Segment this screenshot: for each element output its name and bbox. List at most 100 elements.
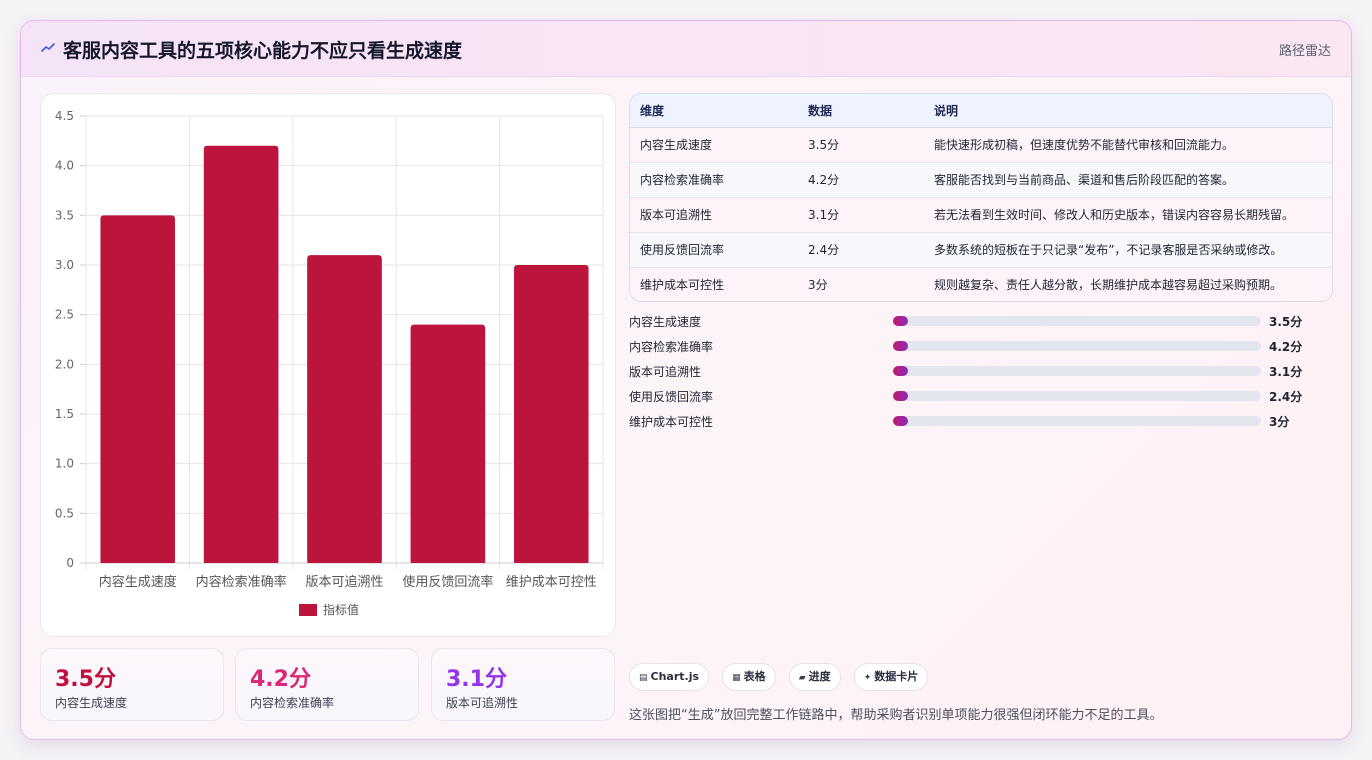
- kpi-card: 3.1分 版本可追溯性: [431, 648, 615, 721]
- progress-value: 3.1分: [1269, 365, 1303, 379]
- progress-label: 内容生成速度: [629, 315, 702, 329]
- progress-row: 内容检索准确率 4.2分: [629, 336, 1333, 361]
- kpi-card: 3.5分 内容生成速度: [40, 648, 224, 721]
- table-cell: 使用反馈回流率: [630, 232, 798, 268]
- y-tick-label: 0: [66, 556, 74, 570]
- chip-label: 进度: [808, 670, 831, 683]
- progress-label: 内容检索准确率: [629, 340, 714, 354]
- progress-track: [893, 341, 1261, 351]
- bar-base: [100, 219, 175, 563]
- progress-track: [893, 391, 1261, 401]
- table-row: 使用反馈回流率 2.4分 多数系统的短板在于只记录“发布”，不记录客服是否采纳或…: [630, 232, 1332, 268]
- progress-list: 内容生成速度 3.5分 内容检索准确率 4.2分 版本可追溯性 3.1分 使用反…: [629, 311, 1333, 436]
- progress-track: [893, 416, 1261, 426]
- progress-fill: [893, 316, 908, 326]
- x-tick-label: 版本可追溯性: [305, 574, 383, 590]
- y-tick-label: 2.5: [55, 308, 74, 322]
- kpi-label: 版本可追溯性: [446, 696, 519, 710]
- panel-header: 客服内容工具的五项核心能力不应只看生成速度 路径雷达: [21, 21, 1351, 77]
- tech-chips: ▤ Chart.js ▦ 表格 ▰ 进度 ✦ 数据卡片: [629, 663, 936, 691]
- kpi-label: 内容检索准确率: [250, 696, 335, 710]
- table-cell: 4.2分: [798, 162, 924, 198]
- chip-label: 数据卡片: [874, 670, 919, 683]
- progress-row: 内容生成速度 3.5分: [629, 311, 1333, 336]
- progress-track: [893, 316, 1261, 326]
- chip-label: 表格: [743, 670, 766, 683]
- bar-chart: 0 0.5 1.0 1.5 2.0 2.5 3.0 3.5 4.0 4.5 内容生成速度 内容检索准确…: [55, 109, 604, 617]
- table-header-cell: 数据: [798, 94, 924, 128]
- progress-fill: [893, 341, 908, 351]
- progress-label: 维护成本可控性: [629, 415, 714, 429]
- y-tick-label: 4.0: [55, 159, 74, 173]
- progress-fill: [893, 366, 908, 376]
- kpi-value: 4.2分: [250, 667, 311, 692]
- table-icon: ▦: [732, 673, 741, 683]
- y-tick-label: 2.0: [55, 357, 74, 371]
- chart-icon: ▤: [639, 673, 648, 683]
- bar-base: [203, 149, 279, 564]
- footnote: 这张图把“生成”放回完整工作链路中，帮助采购者识别单项能力很强但闭环能力不足的工…: [629, 708, 1163, 723]
- progress-row: 版本可追溯性 3.1分: [629, 361, 1333, 386]
- progress-value: 3分: [1269, 415, 1290, 429]
- table-header-row: 维度 数据 说明: [630, 94, 1332, 128]
- progress-row: 使用反馈回流率 2.4分: [629, 386, 1333, 411]
- y-tick-label: 0.5: [55, 506, 74, 520]
- chip-table[interactable]: ▦ 表格: [722, 663, 776, 691]
- y-tick-label: 3.5: [55, 208, 74, 222]
- table-row: 内容检索准确率 4.2分 客服能否找到与当前商品、渠道和售后阶段匹配的答案。: [630, 162, 1332, 198]
- progress-icon: ▰: [798, 673, 806, 683]
- table-header-cell: 说明: [924, 94, 1332, 128]
- table-row: 版本可追溯性 3.1分 若无法看到生效时间、修改人和历史版本，错误内容容易长期残…: [630, 197, 1332, 233]
- kpi-value: 3.1分: [446, 667, 507, 692]
- table-cell: 内容生成速度: [630, 127, 798, 163]
- table-row: 维护成本可控性 3分 规则越复杂、责任人越分散，长期维护成本越容易超过采购预期。: [630, 267, 1332, 301]
- bar-chart-card: 0 0.5 1.0 1.5 2.0 2.5 3.0 3.5 4.0 4.5 内容生成速度 内容检索准确…: [40, 93, 616, 637]
- table-cell: 若无法看到生效时间、修改人和历史版本，错误内容容易长期残留。: [924, 197, 1332, 233]
- table-cell: 规则越复杂、责任人越分散，长期维护成本越容易超过采购预期。: [934, 278, 1283, 293]
- progress-row: 维护成本可控性 3分: [629, 411, 1333, 436]
- kpi-value: 3.5分: [55, 667, 116, 692]
- progress-value: 2.4分: [1269, 390, 1303, 404]
- progress-value: 3.5分: [1269, 315, 1303, 329]
- progress-fill: [893, 416, 908, 426]
- legend-swatch: [299, 604, 317, 616]
- chip-chartjs[interactable]: ▤ Chart.js: [629, 663, 710, 691]
- chart-type-tag: 路径雷达: [1278, 44, 1331, 59]
- kpi-label: 内容生成速度: [55, 696, 128, 710]
- table-header-cell: 维度: [630, 94, 798, 128]
- table-cell: 客服能否找到与当前商品、渠道和售后阶段匹配的答案。: [924, 162, 1332, 198]
- table-cell: 多数系统的短板在于只记录“发布”，不记录客服是否采纳或修改。: [924, 232, 1332, 268]
- y-tick-label: 1.5: [55, 407, 74, 421]
- table-cell: 3.1分: [798, 197, 924, 233]
- sparkle-icon: ✦: [863, 673, 872, 683]
- table-cell: 版本可追溯性: [630, 197, 798, 233]
- bar-base: [307, 259, 382, 563]
- trend-line-icon: [41, 43, 55, 52]
- dashboard-panel: 客服内容工具的五项核心能力不应只看生成速度 路径雷达 0 0.5 1.0 1.5 2.0…: [20, 20, 1352, 740]
- chip-progress[interactable]: ▰ 进度: [788, 663, 841, 691]
- table-cell: 维护成本可控性: [640, 278, 725, 293]
- table-cell: 内容检索准确率: [630, 162, 798, 198]
- progress-track: [893, 366, 1261, 376]
- x-tick-label: 内容检索准确率: [196, 574, 287, 590]
- x-tick-label: 使用反馈回流率: [402, 574, 493, 590]
- table-cell: 3分: [808, 278, 828, 293]
- progress-label: 使用反馈回流率: [629, 390, 714, 404]
- data-table: 维度 数据 说明 内容生成速度 3.5分 能快速形成初稿，但速度优势不能替代审核…: [630, 94, 1332, 301]
- progress-fill: [893, 391, 908, 401]
- table-cell: 能快速形成初稿，但速度优势不能替代审核和回流能力。: [924, 127, 1332, 163]
- y-tick-label: 1.0: [55, 457, 74, 471]
- data-table-card: 维度 数据 说明 内容生成速度 3.5分 能快速形成初稿，但速度优势不能替代审核…: [629, 93, 1333, 302]
- x-tick-label: 维护成本可控性: [506, 575, 597, 590]
- kpi-card: 4.2分 内容检索准确率: [235, 648, 419, 721]
- chip-data-card[interactable]: ✦ 数据卡片: [853, 663, 929, 691]
- y-tick-label: 4.5: [55, 109, 74, 123]
- table-cell: 2.4分: [798, 232, 924, 268]
- table-row: 内容生成速度 3.5分 能快速形成初稿，但速度优势不能替代审核和回流能力。: [630, 127, 1332, 163]
- x-tick-label: 内容生成速度: [99, 574, 177, 590]
- chip-label: Chart.js: [650, 670, 700, 683]
- progress-value: 4.2分: [1269, 340, 1303, 354]
- bar-base: [514, 269, 589, 563]
- progress-label: 版本可追溯性: [629, 365, 702, 379]
- y-tick-label: 3.0: [55, 258, 74, 272]
